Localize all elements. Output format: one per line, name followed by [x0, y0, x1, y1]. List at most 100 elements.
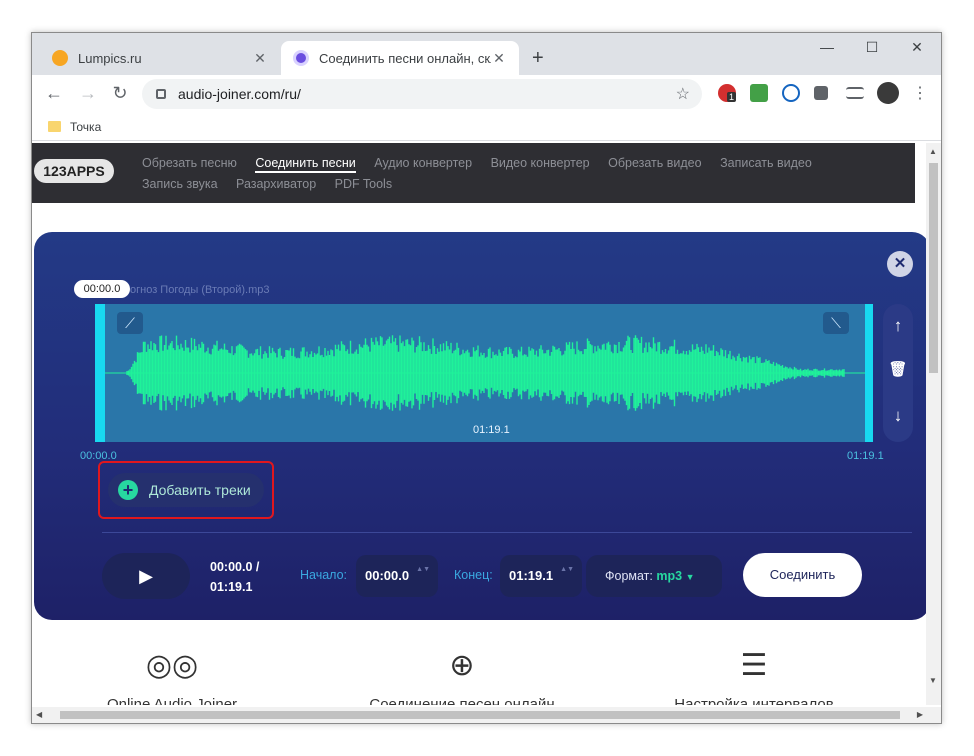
vinyl-records-icon: ◎◎	[145, 649, 199, 682]
scroll-down-icon[interactable]: ▼	[929, 676, 937, 685]
nav-link-pdf-tools[interactable]: PDF Tools	[335, 174, 392, 195]
tab-lumpics[interactable]: Lumpics.ru ✕	[40, 41, 280, 75]
start-time-input[interactable]: 00:00.0 ▲▼	[356, 555, 438, 597]
opera-extension-icon[interactable]: 1	[718, 84, 737, 102]
bookmarks-bar: Точка	[32, 113, 941, 141]
nav-link-join-songs[interactable]: Соединить песни	[255, 155, 356, 173]
add-tracks-button[interactable]: + Добавить треки	[108, 473, 264, 507]
track-duration: 01:19.1	[473, 424, 510, 436]
end-time-value: 01:19.1	[509, 568, 554, 583]
close-tab-icon[interactable]: ✕	[252, 50, 268, 67]
forward-button[interactable]: →	[76, 83, 100, 104]
feature-label: Online Audio Joiner	[106, 696, 238, 705]
scroll-left-icon[interactable]: ◀	[36, 710, 42, 719]
end-spinner-icon[interactable]: ▲▼	[560, 564, 574, 575]
sliders-icon: ☰	[740, 649, 768, 682]
scrollbar-thumb[interactable]	[929, 163, 938, 373]
bookmark-star-icon[interactable]: ☆	[676, 84, 690, 104]
delete-track-button[interactable]: 🗑	[883, 360, 913, 378]
profile-avatar[interactable]	[877, 82, 899, 104]
globe-extension-icon[interactable]	[782, 84, 800, 102]
minimize-button[interactable]: —	[804, 39, 850, 55]
joiner-editor: ✕ огноз Погоды (Второй).mp3 00:00.0 ⟋ ⟍ …	[34, 232, 928, 620]
url-text: audio-joiner.com/ru/	[178, 86, 301, 102]
browser-window: Lumpics.ru ✕ Соединить песни онлайн, скл…	[31, 32, 942, 724]
address-bar[interactable]: audio-joiner.com/ru/ ☆	[142, 79, 702, 109]
features-row: ◎◎ Online Audio Joiner ⊕ Соединение песе…	[32, 648, 915, 705]
plus-icon: +	[118, 480, 138, 500]
feature-label: Настройка интервалов	[674, 696, 834, 705]
menu-icon[interactable]: ⋮	[908, 83, 932, 103]
close-editor-button[interactable]: ✕	[887, 251, 913, 277]
cursor-time-label: 00:00.0	[74, 280, 130, 298]
back-button[interactable]: ←	[42, 83, 66, 104]
chevron-down-icon: ▼	[685, 572, 695, 582]
bookmark-tochka[interactable]: Точка	[70, 120, 101, 134]
end-time-input[interactable]: 01:19.1 ▲▼	[500, 555, 582, 597]
nav-link-record-video[interactable]: Записать видео	[720, 153, 812, 174]
nav-link-unarchiver[interactable]: Разархиватор	[236, 174, 316, 195]
move-down-button[interactable]: ↓	[883, 406, 913, 426]
fade-out-button[interactable]: ⟍	[823, 312, 849, 334]
extension-badge: 1	[727, 92, 737, 102]
nav-link-video-converter[interactable]: Видео конвертер	[491, 153, 590, 174]
scroll-up-icon[interactable]: ▲	[929, 147, 937, 156]
add-tracks-label: Добавить треки	[149, 482, 251, 498]
track-filename: огноз Погоды (Второй).mp3	[130, 284, 270, 296]
new-tab-button[interactable]: +	[532, 47, 544, 70]
reload-button[interactable]: ↻	[108, 83, 132, 104]
format-select[interactable]: Формат: mp3 ▼	[586, 555, 722, 597]
time-info: 00:00.0 / 01:19.1	[210, 557, 259, 597]
nav-link-trim-video[interactable]: Обрезать видео	[608, 153, 701, 174]
check-extension-icon[interactable]	[750, 84, 768, 102]
join-button[interactable]: Соединить	[743, 553, 862, 597]
browser-toolbar: ← → ↻ audio-joiner.com/ru/ ☆ 1 ⋮	[32, 75, 941, 113]
site-header: 123APPS Обрезать песню Соединить песни А…	[32, 143, 915, 203]
tab-title: Lumpics.ru	[78, 50, 142, 66]
site-logo[interactable]: 123APPS	[34, 159, 114, 183]
maximize-button[interactable]: ☐	[849, 39, 895, 56]
format-value: mp3	[656, 569, 683, 583]
playback-controls: ▶ 00:00.0 / 01:19.1 Начало: 00:00.0 ▲▼ К…	[102, 553, 922, 599]
tab-title: Соединить песни онлайн, склеи	[319, 50, 491, 66]
start-time-value: 00:00.0	[365, 568, 410, 583]
site-nav: Обрезать песню Соединить песни Аудио кон…	[142, 153, 842, 195]
tab-audio-joiner[interactable]: Соединить песни онлайн, склеи ✕	[281, 41, 519, 75]
add-tracks-highlight: + Добавить треки	[98, 461, 274, 519]
move-up-button[interactable]: ↑	[883, 316, 913, 336]
divider	[102, 532, 912, 533]
close-window-button[interactable]: ✕	[894, 39, 940, 56]
feature-label: Соединение песен онлайн	[369, 696, 555, 705]
end-label: Конец:	[454, 568, 493, 582]
vertical-scrollbar[interactable]: ▲ ▼	[926, 143, 941, 705]
feature-online-joiner: ◎◎ Online Audio Joiner	[102, 648, 242, 705]
feature-intervals: ☰ Настройка интервалов	[664, 648, 844, 705]
current-time: 00:00.0 /	[210, 560, 260, 574]
page-content: 123APPS Обрезать песню Соединить песни А…	[32, 143, 928, 705]
nav-link-trim-song[interactable]: Обрезать песню	[142, 153, 237, 174]
puzzle-extensions-icon[interactable]	[814, 86, 828, 100]
media-control-icon[interactable]	[846, 87, 864, 99]
horizontal-scrollbar[interactable]: ◀ ▶	[32, 707, 941, 723]
scrollbar-thumb[interactable]	[60, 711, 900, 719]
lumpics-favicon-icon	[52, 50, 68, 66]
play-button[interactable]: ▶	[102, 553, 190, 599]
scroll-right-icon[interactable]: ▶	[917, 710, 923, 719]
timeline-end: 01:19.1	[847, 450, 884, 462]
waveform	[105, 335, 865, 411]
fade-in-button[interactable]: ⟋	[117, 312, 143, 334]
globe-icon: ⊕	[449, 649, 475, 682]
feature-join-songs: ⊕ Соединение песен онлайн	[362, 648, 562, 705]
nav-link-record-sound[interactable]: Запись звука	[142, 174, 218, 195]
start-spinner-icon[interactable]: ▲▼	[416, 564, 430, 575]
close-tab-icon[interactable]: ✕	[491, 50, 507, 67]
track-side-controls: ↑ 🗑 ↓	[883, 304, 913, 442]
start-label: Начало:	[300, 568, 348, 582]
nav-link-audio-converter[interactable]: Аудио конвертер	[374, 153, 472, 174]
folder-icon	[48, 121, 61, 132]
lock-icon	[156, 89, 166, 99]
format-label: Формат:	[605, 569, 653, 583]
total-time: 01:19.1	[210, 580, 253, 594]
audio-track[interactable]: ⟋ ⟍ 01:19.1	[95, 304, 873, 442]
audio-joiner-favicon-icon	[293, 50, 309, 66]
